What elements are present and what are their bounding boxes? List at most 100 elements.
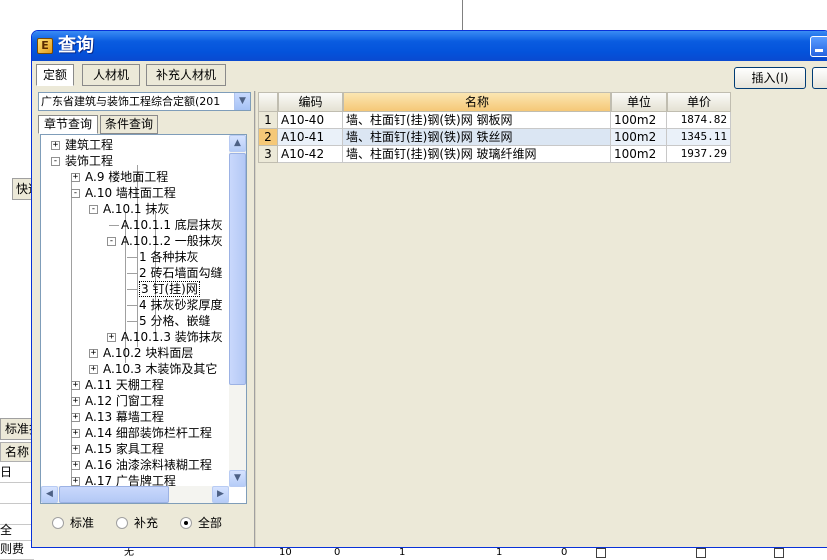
tree-connector xyxy=(71,177,72,503)
background-cell: 10 xyxy=(279,547,292,558)
collapse-icon[interactable]: - xyxy=(89,205,98,214)
expand-icon[interactable]: + xyxy=(71,477,80,486)
grid-cell-no[interactable]: 3 xyxy=(258,146,278,163)
radio-dot[interactable] xyxy=(116,517,128,529)
tree-horizontal-scrollbar[interactable]: ◀ ▶ xyxy=(41,486,229,503)
tree-connector xyxy=(127,305,137,306)
expand-icon[interactable]: + xyxy=(71,461,80,470)
background-checkbox[interactable] xyxy=(774,548,784,558)
expand-icon[interactable]: + xyxy=(71,397,80,406)
tree-connector xyxy=(127,257,137,258)
query-dialog: E 查询 定额 人材机 补充人材机 插入(I) 广东省建筑与装饰工程综合定额(2… xyxy=(31,30,827,548)
radio-label: 全部 xyxy=(198,516,223,530)
tab-labor-material-machine[interactable]: 人材机 xyxy=(82,64,140,86)
tree-node-label: A.14 细部装饰栏杆工程 xyxy=(85,426,212,440)
tree-node-label: 建筑工程 xyxy=(65,138,114,152)
expand-icon[interactable]: + xyxy=(51,141,60,150)
insert-button[interactable]: 插入(I) xyxy=(734,67,806,89)
grid-cell-no[interactable]: 2 xyxy=(258,129,278,146)
radio-supplement[interactable]: 补充 xyxy=(116,515,158,531)
collapse-icon[interactable]: - xyxy=(71,189,80,198)
tree-node-label: A.10 墙柱面工程 xyxy=(85,186,176,200)
grid-cell-unit[interactable]: 100m2 xyxy=(611,129,667,146)
expand-icon[interactable]: + xyxy=(71,173,80,182)
dialog-titlebar[interactable]: E 查询 xyxy=(32,31,827,61)
grid-cell-unit[interactable]: 100m2 xyxy=(611,146,667,163)
minimize-button[interactable] xyxy=(810,36,827,57)
background-tab-standard[interactable]: 标准换 xyxy=(0,418,34,440)
radio-dot[interactable] xyxy=(52,517,64,529)
grid-cell-code[interactable]: A10-40 xyxy=(278,112,343,129)
background-checkbox[interactable] xyxy=(696,548,706,558)
grid-header-name[interactable]: 名称 xyxy=(343,92,611,112)
radio-dot[interactable] xyxy=(180,517,192,529)
tree-node-label: A.16 油漆涂料裱糊工程 xyxy=(85,458,212,472)
dialog-title: 查询 xyxy=(58,35,94,56)
background-cell: 0 xyxy=(334,547,341,558)
tree-node-label: A.10.1.2 一般抹灰 xyxy=(121,234,223,248)
tree-node-label: A.10.2 块料面层 xyxy=(103,346,194,360)
collapse-icon[interactable]: - xyxy=(51,157,60,166)
tab-condition-query[interactable]: 条件查询 xyxy=(100,115,158,134)
tab-chapter-query[interactable]: 章节查询 xyxy=(38,115,98,134)
grid-header-price[interactable]: 单价 xyxy=(667,92,731,112)
expand-icon[interactable]: + xyxy=(71,381,80,390)
grid-cell-unit[interactable]: 100m2 xyxy=(611,112,667,129)
panel-splitter[interactable] xyxy=(254,91,256,547)
grid-cell-no[interactable]: 1 xyxy=(258,112,278,129)
radio-label: 标准 xyxy=(70,516,95,530)
radio-standard[interactable]: 标准 xyxy=(52,515,94,531)
chapter-tree: + 建筑工程 - 装饰工程 + A.9 楼地面工程 - A.10 墙柱面工程 - A.10.1 抹… xyxy=(40,134,247,504)
tree-node-label: A.10.1.3 装饰抹灰 xyxy=(121,330,223,344)
background-cell: 无 xyxy=(124,547,134,558)
background-cell: 1 xyxy=(496,547,503,558)
grid-cell-name[interactable]: 墙、柱面钉(挂)钢(铁)网 钢板网 xyxy=(343,112,611,129)
background-row: 则费 xyxy=(0,539,34,560)
grid-cell-code[interactable]: A10-42 xyxy=(278,146,343,163)
grid-corner xyxy=(258,92,278,112)
grid-header-code[interactable]: 编码 xyxy=(278,92,343,112)
grid-header-unit[interactable]: 单位 xyxy=(611,92,667,112)
grid-cell-price[interactable]: 1937.29 xyxy=(667,146,731,163)
quota-library-select[interactable]: 广东省建筑与装饰工程综合定额(201 ▼ xyxy=(38,92,251,111)
expand-icon[interactable]: + xyxy=(71,413,80,422)
app-icon: E xyxy=(37,38,53,54)
tree-connector xyxy=(127,289,137,290)
expand-icon[interactable]: + xyxy=(89,365,98,374)
chevron-down-icon[interactable]: ▼ xyxy=(234,93,250,110)
tree-node-label: A.10.3 木装饰及其它 xyxy=(103,362,218,376)
scroll-thumb[interactable] xyxy=(229,153,246,385)
grid-cell-price[interactable]: 1874.82 xyxy=(667,112,731,129)
scroll-thumb[interactable] xyxy=(59,486,169,503)
tree-node-label: 1 各种抹灰 xyxy=(139,250,199,264)
tree-connector xyxy=(109,225,119,226)
collapse-icon[interactable]: - xyxy=(107,237,116,246)
tree-node-label: 3 钉(挂)网 xyxy=(139,281,200,297)
grid-cell-code[interactable]: A10-41 xyxy=(278,129,343,146)
tree-vertical-scrollbar[interactable]: ▲ ▼ xyxy=(229,135,246,487)
tree-node-label: A.10.1 抹灰 xyxy=(103,202,170,216)
grid-cell-name[interactable]: 墙、柱面钉(挂)钢(铁)网 玻璃纤维网 xyxy=(343,146,611,163)
radio-all[interactable]: 全部 xyxy=(180,515,222,531)
scroll-left-icon[interactable]: ◀ xyxy=(41,486,58,503)
background-checkbox[interactable] xyxy=(596,548,606,558)
tree-node-label: 5 分格、嵌缝 xyxy=(139,314,211,328)
grid-cell-name[interactable]: 墙、柱面钉(挂)钢(铁)网 铁丝网 xyxy=(343,129,611,146)
background-cell: 0 xyxy=(561,547,568,558)
scroll-down-icon[interactable]: ▼ xyxy=(229,470,246,487)
background-row: 全 xyxy=(0,520,34,541)
tree-node-label: A.9 楼地面工程 xyxy=(85,170,169,184)
background-row: 日 xyxy=(0,462,34,483)
expand-icon[interactable]: + xyxy=(71,445,80,454)
expand-icon[interactable]: + xyxy=(71,429,80,438)
tree-node-label: A.10.1.1 底层抹灰 xyxy=(121,218,223,232)
grid-cell-price[interactable]: 1345.11 xyxy=(667,129,731,146)
expand-icon[interactable]: + xyxy=(107,333,116,342)
expand-icon[interactable]: + xyxy=(89,349,98,358)
replace-button[interactable] xyxy=(812,67,827,89)
scroll-up-icon[interactable]: ▲ xyxy=(229,135,246,152)
tab-quota[interactable]: 定额 xyxy=(36,64,74,86)
tab-supplementary-materials[interactable]: 补充人材机 xyxy=(146,64,226,86)
scroll-right-icon[interactable]: ▶ xyxy=(212,486,229,503)
tree-node-label: A.15 家具工程 xyxy=(85,442,164,456)
